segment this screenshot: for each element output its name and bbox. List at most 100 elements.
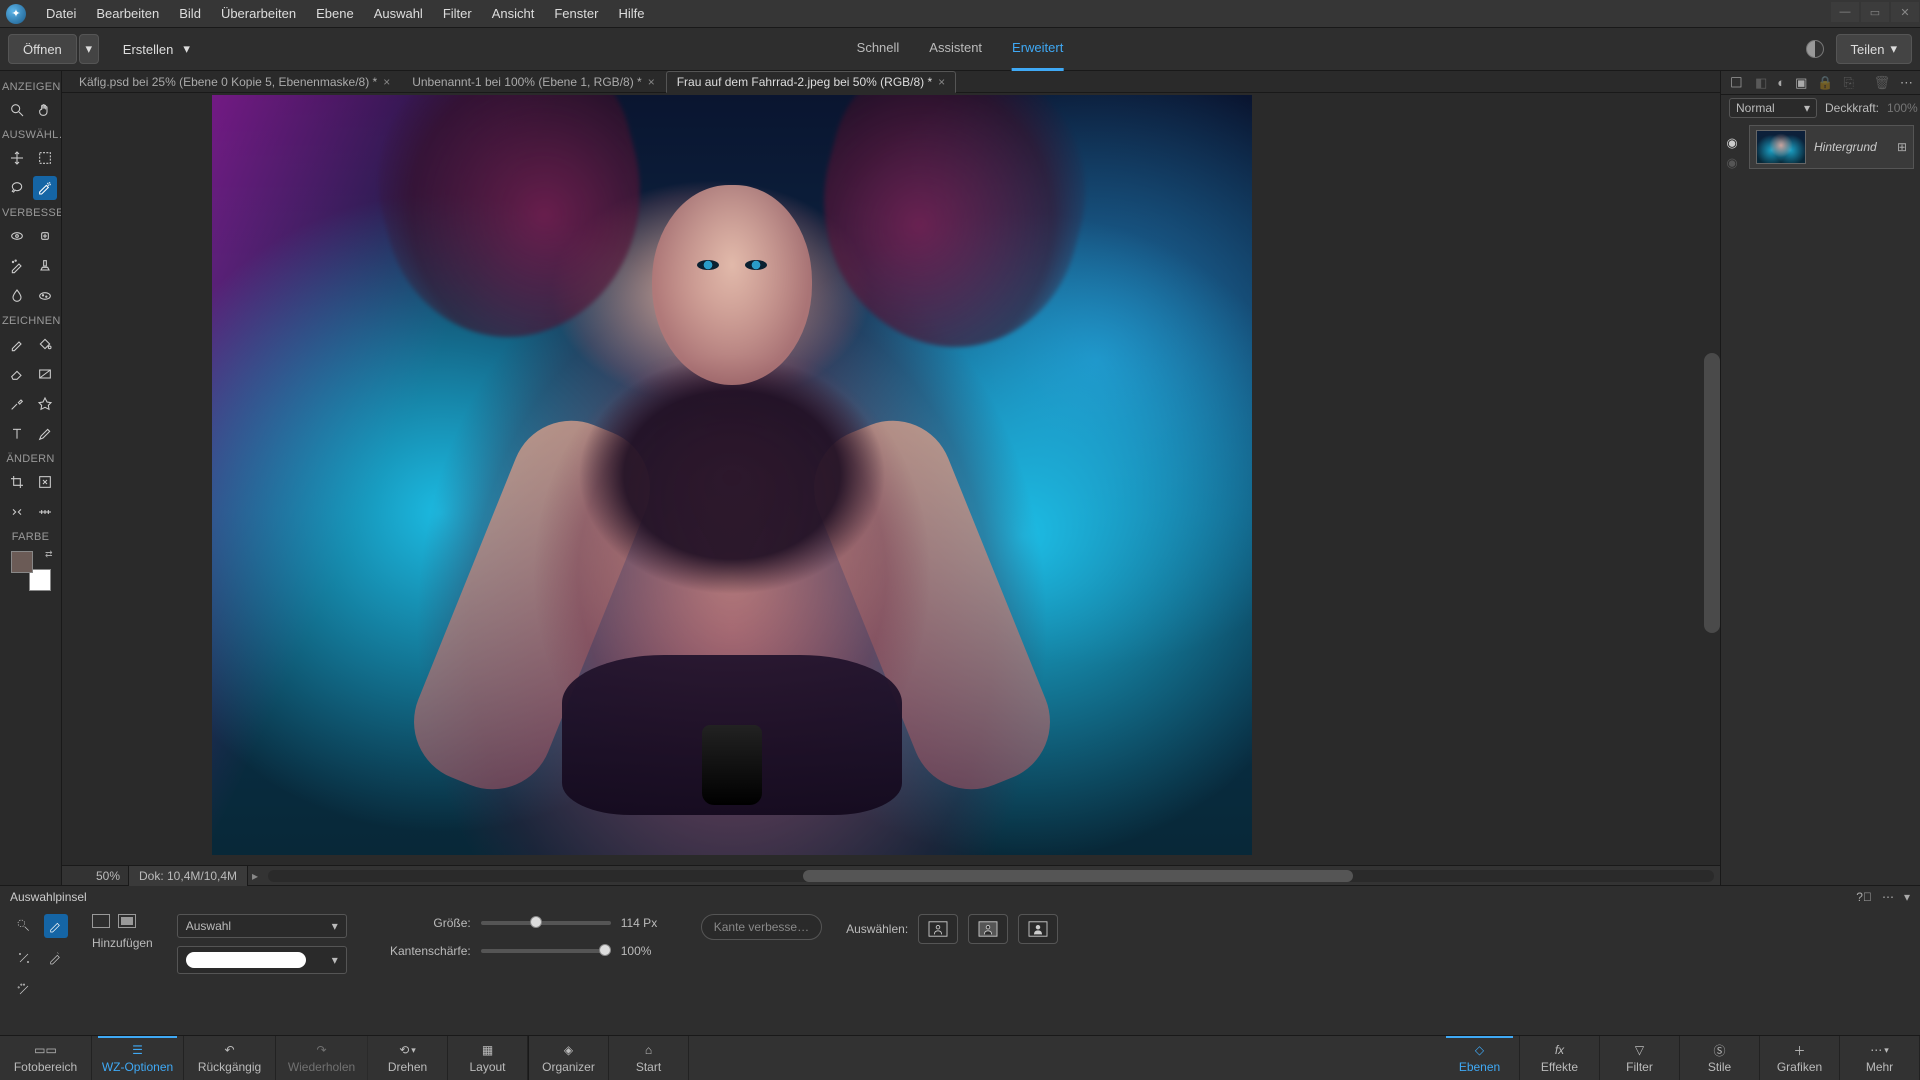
- menu-auswahl[interactable]: Auswahl: [364, 0, 433, 27]
- menu-fenster[interactable]: Fenster: [544, 0, 608, 27]
- swap-colors-icon[interactable]: ⇄: [45, 549, 53, 560]
- shape-tool[interactable]: [33, 392, 57, 416]
- refine-brush-variant[interactable]: [44, 946, 68, 970]
- mode-expert[interactable]: Erweitert: [1012, 27, 1063, 71]
- selection-brush-variant[interactable]: [44, 914, 68, 938]
- magic-wand-variant[interactable]: [12, 946, 36, 970]
- brush-preview[interactable]: ▾: [177, 946, 347, 974]
- redo-button[interactable]: ↷Wiederholen: [276, 1036, 368, 1080]
- zoom-tool[interactable]: [5, 98, 29, 122]
- vertical-scrollbar[interactable]: [1704, 353, 1720, 633]
- layout-button[interactable]: ▦Layout: [448, 1036, 528, 1080]
- content-aware-move-tool[interactable]: [5, 500, 29, 524]
- type-tool[interactable]: [5, 422, 29, 446]
- menu-datei[interactable]: Datei: [36, 0, 86, 27]
- marquee-tool[interactable]: [33, 146, 57, 170]
- effects-button[interactable]: fxEffekte: [1520, 1036, 1600, 1080]
- open-button[interactable]: Öffnen: [8, 34, 77, 64]
- color-swatches[interactable]: ⇄: [11, 551, 51, 591]
- photobin-button[interactable]: ▭▭Fotobereich: [0, 1036, 92, 1080]
- close-icon[interactable]: ×: [648, 75, 655, 89]
- mode-guided[interactable]: Assistent: [929, 27, 982, 71]
- selection-brush-tool[interactable]: [33, 176, 57, 200]
- panel-menu-icon[interactable]: ⋯: [1882, 890, 1894, 904]
- size-value[interactable]: 114 Px: [621, 916, 677, 930]
- smart-brush-tool[interactable]: [5, 254, 29, 278]
- foreground-color[interactable]: [11, 551, 33, 573]
- quick-select-variant[interactable]: [12, 914, 36, 938]
- move-tool[interactable]: [5, 146, 29, 170]
- adjustment-layer-icon[interactable]: ◐: [1777, 75, 1785, 91]
- blur-tool[interactable]: [5, 284, 29, 308]
- share-button[interactable]: Teilen▾: [1836, 34, 1913, 64]
- select-background-button[interactable]: [968, 914, 1008, 944]
- recompose-tool[interactable]: [33, 470, 57, 494]
- eyedropper-tool[interactable]: [5, 392, 29, 416]
- visibility-toggle-dim[interactable]: ◉: [1726, 155, 1737, 171]
- select-subject-button[interactable]: [918, 914, 958, 944]
- sponge-tool[interactable]: [33, 284, 57, 308]
- help-icon[interactable]: ?⃝: [1856, 890, 1872, 904]
- close-icon[interactable]: ×: [383, 75, 390, 89]
- menu-ebene[interactable]: Ebene: [306, 0, 364, 27]
- layer-row[interactable]: Hintergrund ⊞: [1749, 125, 1914, 169]
- doc-tab-1[interactable]: Unbenannt-1 bei 100% (Ebene 1, RGB/8) *×: [401, 71, 666, 93]
- blend-mode-select[interactable]: Normal▾: [1729, 98, 1817, 118]
- collapse-icon[interactable]: ▾: [1904, 890, 1910, 904]
- new-selection-icon[interactable]: [92, 914, 110, 928]
- auto-select-variant[interactable]: [12, 978, 36, 1002]
- organizer-button[interactable]: ◈Organizer: [529, 1036, 609, 1080]
- crop-tool[interactable]: [5, 470, 29, 494]
- menu-filter[interactable]: Filter: [433, 0, 482, 27]
- spot-heal-tool[interactable]: [33, 224, 57, 248]
- slider-thumb[interactable]: [599, 944, 611, 956]
- trash-icon[interactable]: 🗑: [1874, 75, 1890, 91]
- horizontal-scrollbar[interactable]: [268, 870, 1714, 882]
- more-button[interactable]: ⋯▾Mehr: [1840, 1036, 1920, 1080]
- menu-ueberarbeiten[interactable]: Überarbeiten: [211, 0, 306, 27]
- layer-lock-icon[interactable]: ⊞: [1897, 140, 1907, 154]
- new-group-icon[interactable]: ◧: [1755, 75, 1767, 91]
- canvas-image[interactable]: [212, 95, 1252, 855]
- pencil-tool[interactable]: [33, 422, 57, 446]
- menu-bild[interactable]: Bild: [169, 0, 211, 27]
- menu-bearbeiten[interactable]: Bearbeiten: [86, 0, 169, 27]
- theme-toggle-icon[interactable]: [1806, 40, 1824, 58]
- panel-menu-icon[interactable]: ⋯: [1900, 75, 1913, 91]
- redeye-tool[interactable]: [5, 224, 29, 248]
- mode-dropdown[interactable]: Auswahl▾: [177, 914, 347, 938]
- close-icon[interactable]: ×: [938, 75, 945, 89]
- new-layer-icon[interactable]: [1729, 75, 1745, 91]
- add-to-selection-icon[interactable]: [118, 914, 136, 928]
- hardness-slider[interactable]: [481, 949, 611, 953]
- straighten-tool[interactable]: [33, 500, 57, 524]
- rotate-button[interactable]: ⟲▾Drehen: [368, 1036, 448, 1080]
- zoom-level[interactable]: 50%: [62, 869, 128, 883]
- graphics-button[interactable]: ＋Grafiken: [1760, 1036, 1840, 1080]
- refine-edge-button[interactable]: Kante verbesse…: [701, 914, 822, 940]
- scrollbar-thumb[interactable]: [803, 870, 1352, 882]
- lock-icon[interactable]: 🔒: [1817, 75, 1833, 91]
- mode-quick[interactable]: Schnell: [857, 27, 900, 71]
- maximize-button[interactable]: ▭: [1861, 2, 1889, 22]
- canvas-area[interactable]: [62, 93, 1720, 865]
- clone-stamp-tool[interactable]: [33, 254, 57, 278]
- layer-name[interactable]: Hintergrund: [1814, 140, 1889, 154]
- layer-thumbnail[interactable]: [1756, 130, 1806, 164]
- home-button[interactable]: ⌂Start: [609, 1036, 689, 1080]
- size-slider[interactable]: [481, 921, 611, 925]
- play-icon[interactable]: ▸: [248, 869, 262, 883]
- select-sky-button[interactable]: [1018, 914, 1058, 944]
- create-menu[interactable]: Erstellen▾: [123, 41, 190, 57]
- visibility-toggle[interactable]: ◉: [1726, 135, 1737, 151]
- doc-tab-2[interactable]: Frau auf dem Fahrrad-2.jpeg bei 50% (RGB…: [666, 71, 956, 93]
- styles-button[interactable]: ⓈStile: [1680, 1036, 1760, 1080]
- eraser-tool[interactable]: [5, 362, 29, 386]
- open-dropdown[interactable]: ▾: [79, 34, 99, 64]
- gradient-tool[interactable]: [33, 362, 57, 386]
- hardness-value[interactable]: 100%: [621, 944, 677, 958]
- menu-ansicht[interactable]: Ansicht: [482, 0, 545, 27]
- hand-tool[interactable]: [33, 98, 57, 122]
- doc-tab-0[interactable]: Käfig.psd bei 25% (Ebene 0 Kopie 5, Eben…: [68, 71, 401, 93]
- slider-thumb[interactable]: [530, 916, 542, 928]
